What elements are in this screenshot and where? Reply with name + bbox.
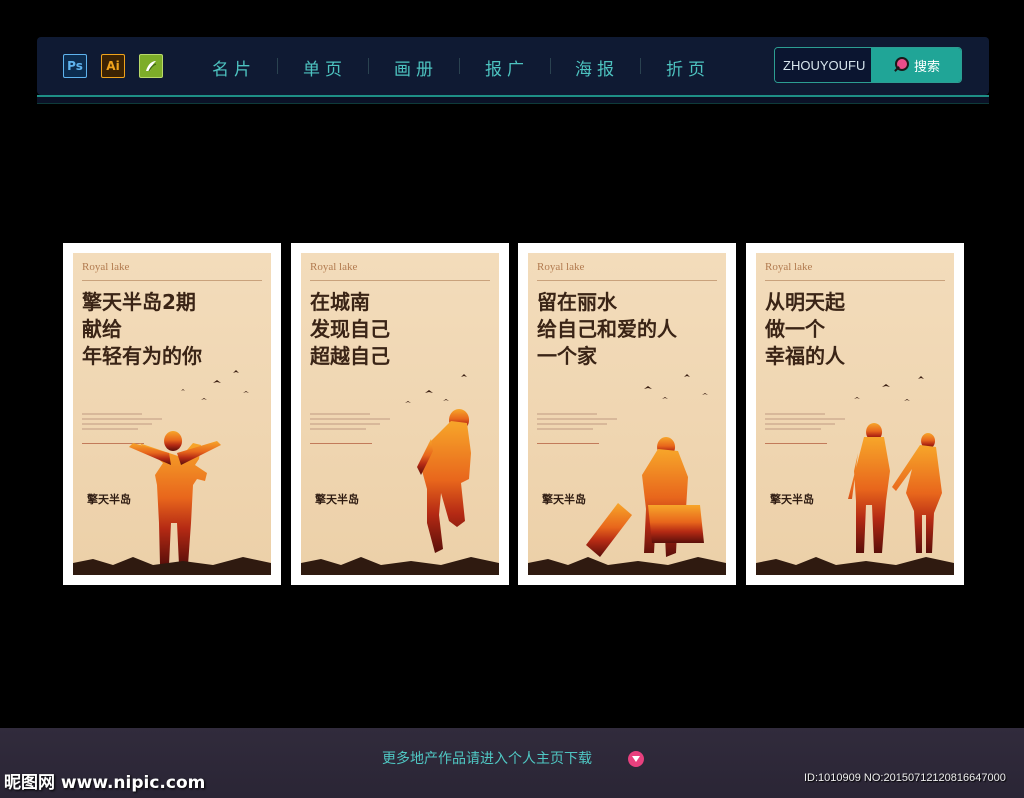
poster-artwork: Royal lake 在城南 发现自己 超越自己 擎天半岛 xyxy=(301,253,499,575)
poster-card[interactable]: Royal lake 留在丽水 给自己和爱的人 一个家 擎天半岛 xyxy=(518,243,736,585)
nav-divider xyxy=(459,58,460,74)
poster-artwork: Royal lake 擎天半岛2期 献给 年轻有为的你 擎天半岛 xyxy=(73,253,271,575)
nav-divider xyxy=(368,58,369,74)
grass-silhouette xyxy=(756,557,954,575)
photoshop-icon[interactable]: Ps xyxy=(63,54,87,78)
grass-silhouette xyxy=(528,557,726,575)
search-button-label: 搜索 xyxy=(913,59,940,75)
suitcase-icon xyxy=(648,505,704,543)
nav-divider xyxy=(550,58,551,74)
birds-icon xyxy=(405,374,467,403)
grass-silhouette xyxy=(73,557,271,575)
poster-logo: 擎天半岛 xyxy=(542,493,586,506)
birds-icon xyxy=(644,374,708,399)
nav-item-business-card[interactable]: 名片 xyxy=(212,55,256,80)
poster-artwork: Royal lake 留在丽水 给自己和爱的人 一个家 擎天半岛 xyxy=(528,253,726,575)
coreldraw-icon[interactable] xyxy=(139,54,163,78)
poster-logo: 擎天半岛 xyxy=(315,493,359,506)
watermark-site: 昵图网 www.nipic.com xyxy=(4,773,206,793)
coreldraw-glyph-icon xyxy=(146,61,157,72)
search-input[interactable] xyxy=(775,48,871,82)
watermark-id: ID:1010909 NO:20150712120816647000 xyxy=(804,772,1006,784)
silhouette-scene xyxy=(301,374,499,575)
man-silhouette-icon xyxy=(848,437,890,553)
poster-card[interactable]: Royal lake 擎天半岛2期 献给 年轻有为的你 擎天半岛 xyxy=(63,243,281,585)
more-works-link[interactable]: 更多地产作品请进入个人主页下载 xyxy=(382,748,592,768)
woman-silhouette-icon xyxy=(892,445,942,553)
search-button[interactable]: 搜索 xyxy=(871,48,961,82)
grass-silhouette xyxy=(301,557,499,575)
magnifier-icon xyxy=(892,56,910,74)
nav-underline xyxy=(37,95,989,104)
birds-icon xyxy=(181,370,249,400)
poster-logo: 擎天半岛 xyxy=(770,493,814,506)
silhouette-scene xyxy=(528,374,726,575)
suitcase-icon xyxy=(586,503,632,557)
poster-card[interactable]: Royal lake 在城南 发现自己 超越自己 擎天半岛 xyxy=(291,243,509,585)
poster-logo: 擎天半岛 xyxy=(87,493,131,506)
birds-icon xyxy=(854,376,924,401)
person-silhouette-icon xyxy=(421,421,471,553)
nav-divider xyxy=(277,58,278,74)
nav-item-flyer[interactable]: 单页 xyxy=(303,55,347,80)
illustrator-icon[interactable]: Ai xyxy=(101,54,125,78)
nav-item-poster[interactable]: 海报 xyxy=(575,55,619,80)
poster-artwork: Royal lake 从明天起 做一个 幸福的人 擎天半岛 xyxy=(756,253,954,575)
nav-item-brochure[interactable]: 画册 xyxy=(394,55,438,80)
silhouette-scene xyxy=(73,370,271,575)
chevron-down-icon[interactable] xyxy=(628,751,644,767)
silhouette-scene xyxy=(756,376,954,575)
nav-item-newspaper-ad[interactable]: 报广 xyxy=(485,55,529,80)
nav-divider xyxy=(640,58,641,74)
person-silhouette-icon xyxy=(139,443,207,565)
search-box: 搜索 xyxy=(774,47,962,83)
poster-card[interactable]: Royal lake 从明天起 做一个 幸福的人 擎天半岛 xyxy=(746,243,964,585)
nav-item-folder[interactable]: 折页 xyxy=(666,55,710,80)
